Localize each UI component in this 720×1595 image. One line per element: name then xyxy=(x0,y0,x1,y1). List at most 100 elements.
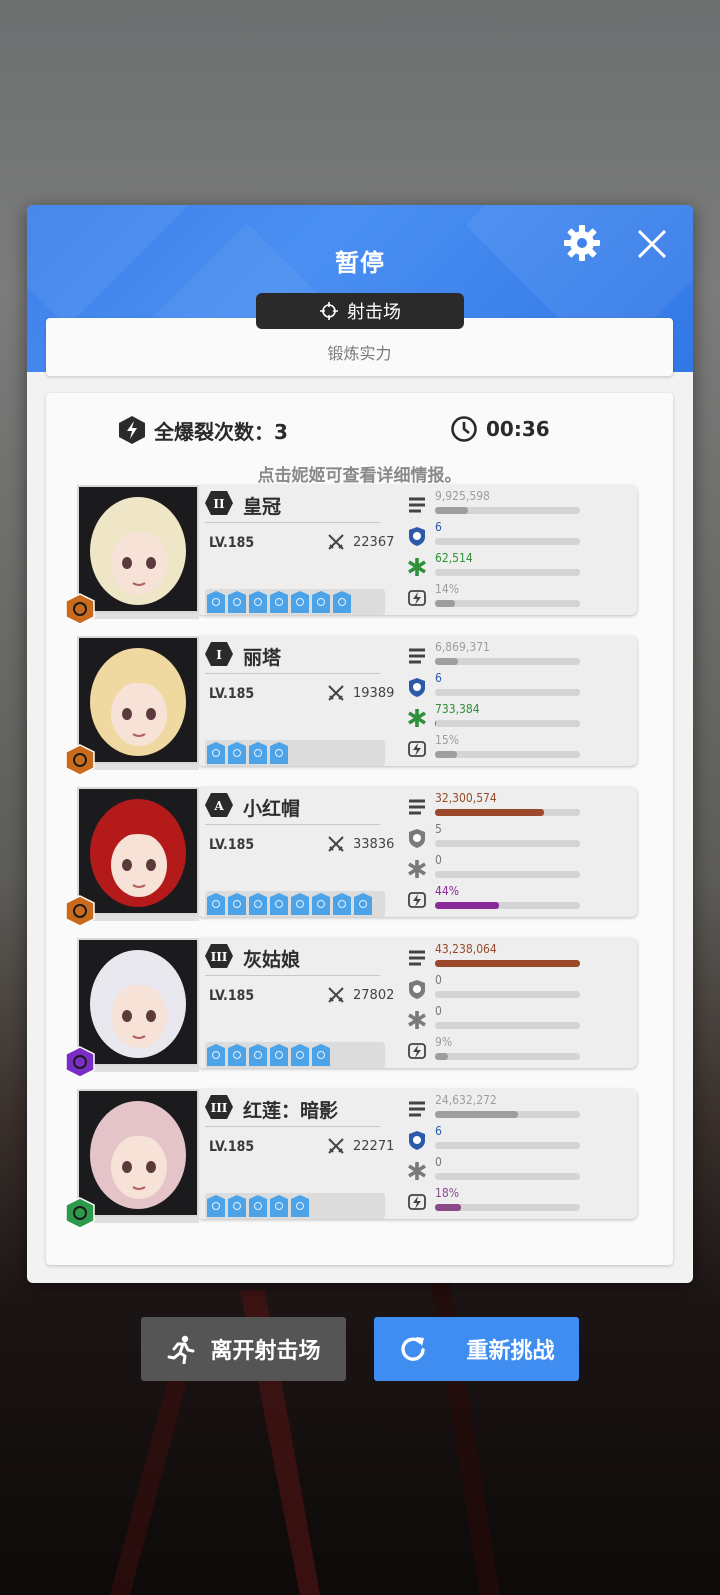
skill-icon xyxy=(291,893,309,915)
character-card[interactable]: III 灰姑娘 LV.185 27802 43,238,064 0 0 9% xyxy=(65,938,637,1078)
skill-icon xyxy=(291,1195,309,1217)
stat-value-heal: 62,514 xyxy=(435,551,473,565)
burst-type-icon xyxy=(65,744,95,776)
combat-power-value: 33836 xyxy=(353,836,395,852)
stat-row-heal: 62,514 xyxy=(407,551,627,582)
heal-icon xyxy=(408,709,426,727)
stat-track-damage xyxy=(435,507,580,514)
stat-track-heal xyxy=(435,871,580,878)
shield-icon xyxy=(409,527,425,546)
svg-text:I: I xyxy=(216,648,222,662)
stat-row-heal: 733,384 xyxy=(407,702,627,733)
skill-icon xyxy=(249,893,267,915)
stat-track-defense xyxy=(435,538,580,545)
stat-track-defense xyxy=(435,840,580,847)
stat-row-damage: 6,869,371 xyxy=(407,640,627,671)
skill-icon xyxy=(333,591,351,613)
burst-gauge-icon-wrap xyxy=(407,1192,427,1212)
stat-row-damage: 24,632,272 xyxy=(407,1093,627,1124)
stat-track-heal xyxy=(435,1173,580,1180)
damage-icon-wrap xyxy=(407,646,427,666)
character-portrait[interactable] xyxy=(77,485,199,613)
stat-row-heal: 0 xyxy=(407,1004,627,1035)
stat-track-heal xyxy=(435,1022,580,1029)
skill-icon xyxy=(291,591,309,613)
close-icon[interactable] xyxy=(635,227,669,261)
stat-track-burst-gauge xyxy=(435,600,580,607)
stat-track-burst-gauge xyxy=(435,751,580,758)
skill-icon xyxy=(207,893,225,915)
character-portrait[interactable] xyxy=(77,1089,199,1217)
stat-value-defense: 5 xyxy=(435,822,442,836)
shield-icon-wrap xyxy=(407,526,427,546)
stat-row-defense: 0 xyxy=(407,973,627,1004)
mode-name: 射击场 xyxy=(347,302,401,323)
rank-badge: III xyxy=(205,944,233,972)
full-burst-count: 全爆裂次数：3 xyxy=(118,415,288,445)
character-card[interactable]: II 皇冠 LV.185 22367 9,925,598 6 62,514 14% xyxy=(65,485,637,625)
rank-badge: III xyxy=(205,1095,233,1123)
stat-row-defense: 6 xyxy=(407,671,627,702)
character-level: LV.185 xyxy=(209,988,255,1004)
combat-power-value: 22367 xyxy=(353,534,395,550)
stat-value-burst-gauge: 14% xyxy=(435,582,459,596)
stat-row-burst-gauge: 18% xyxy=(407,1186,627,1217)
stat-fill-burst-gauge xyxy=(435,600,456,607)
stat-row-burst-gauge: 9% xyxy=(407,1035,627,1066)
stat-value-burst-gauge: 18% xyxy=(435,1186,459,1200)
stat-row-damage: 9,925,598 xyxy=(407,489,627,520)
rank-icon: I xyxy=(205,642,233,666)
character-portrait[interactable] xyxy=(77,636,199,764)
stat-row-damage: 43,238,064 xyxy=(407,942,627,973)
svg-text:III: III xyxy=(211,1101,228,1115)
name-divider xyxy=(205,522,380,523)
skill-icon xyxy=(333,893,351,915)
character-card[interactable]: III 红莲：暗影 LV.185 22271 24,632,272 6 0 18% xyxy=(65,1089,637,1229)
burst-gauge-icon xyxy=(408,1194,426,1210)
combat-power: 22367 xyxy=(327,533,394,551)
stat-fill-heal xyxy=(435,720,437,727)
skill-icon xyxy=(249,1044,267,1066)
rank-badge: I xyxy=(205,642,233,670)
damage-icon xyxy=(409,950,425,966)
skill-icon xyxy=(270,893,288,915)
stat-row-defense: 6 xyxy=(407,520,627,551)
crossed-swords-icon xyxy=(328,987,344,1003)
portrait-underline xyxy=(77,1217,199,1223)
character-portrait-art xyxy=(79,487,197,611)
stat-value-defense: 0 xyxy=(435,973,442,987)
shield-icon-wrap xyxy=(407,828,427,848)
hint-text: 点击妮姬可查看详细情报。 xyxy=(257,466,462,486)
skill-icon xyxy=(270,1044,288,1066)
character-card[interactable]: A 小红帽 LV.185 33836 32,300,574 5 0 44% xyxy=(65,787,637,927)
character-name: 丽塔 xyxy=(243,646,282,669)
stat-track-heal xyxy=(435,720,580,727)
stat-value-heal: 0 xyxy=(435,853,442,867)
stat-row-damage: 32,300,574 xyxy=(407,791,627,822)
character-portrait[interactable] xyxy=(77,938,199,1066)
skill-icon xyxy=(207,1044,225,1066)
name-divider xyxy=(205,1126,380,1127)
battle-timer: 00:36 xyxy=(450,415,550,443)
stat-value-damage: 43,238,064 xyxy=(435,942,497,956)
pause-panel: 暂停 射击场 锻炼实力 全爆裂次数：3 00:36 点击妮姬可查看详细情报。 I… xyxy=(27,205,693,1283)
rank-badge: A xyxy=(205,793,233,821)
stat-row-burst-gauge: 44% xyxy=(407,884,627,915)
stat-fill-burst-gauge xyxy=(435,902,499,909)
character-level: LV.185 xyxy=(209,837,255,853)
running-person-icon xyxy=(167,1335,195,1364)
burst-type-badge xyxy=(65,744,95,776)
skill-icon xyxy=(270,1195,288,1217)
leave-range-button[interactable]: 离开射击场 xyxy=(141,1317,346,1381)
skill-icon xyxy=(312,591,330,613)
background-scenery xyxy=(110,1280,500,1595)
gear-icon[interactable] xyxy=(562,223,602,263)
retry-button[interactable]: 重新挑战 xyxy=(374,1317,579,1381)
character-card[interactable]: I 丽塔 LV.185 19389 6,869,371 6 733,384 15% xyxy=(65,636,637,776)
name-row: A 小红帽 xyxy=(205,793,300,821)
character-portrait[interactable] xyxy=(77,787,199,915)
stat-value-defense: 6 xyxy=(435,520,442,534)
shield-icon xyxy=(409,980,425,999)
stat-value-damage: 9,925,598 xyxy=(435,489,490,503)
combat-power: 33836 xyxy=(327,835,394,853)
